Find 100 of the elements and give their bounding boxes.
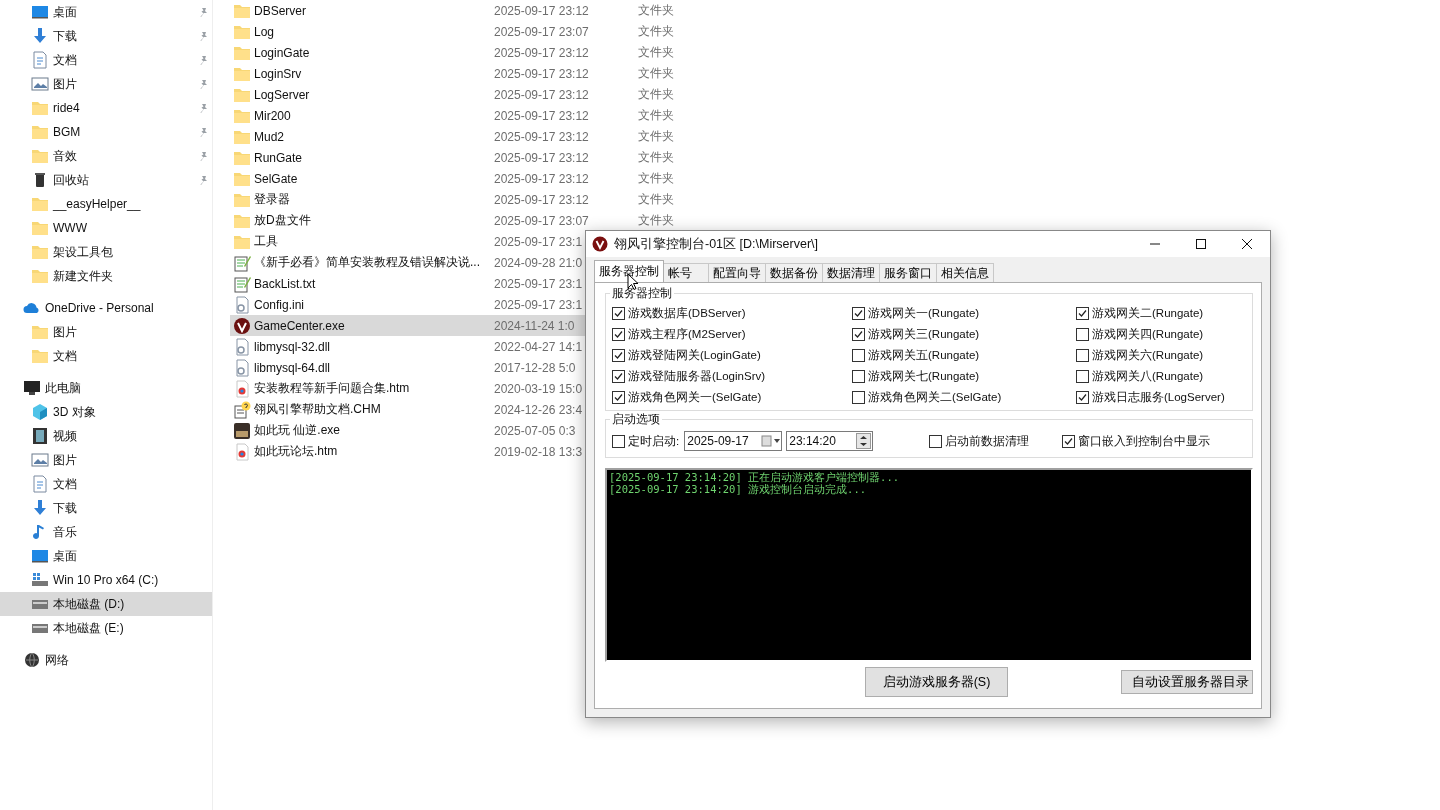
file-name: Config.ini <box>254 297 305 312</box>
file-row[interactable]: Log 2025-09-17 23:07 文件夹 <box>230 21 710 42</box>
file-row[interactable]: LoginSrv 2025-09-17 23:12 文件夹 <box>230 63 710 84</box>
sidebar-item[interactable]: 文档 <box>0 472 212 496</box>
checkbox[interactable]: 游戏日志服务(LogServer) <box>1076 388 1246 406</box>
sidebar-item[interactable]: 文档 <box>0 344 212 368</box>
checkbox[interactable]: 游戏登陆网关(LoginGate) <box>612 346 852 364</box>
sidebar-item[interactable]: OneDrive - Personal <box>0 296 212 320</box>
checkbox[interactable]: 游戏角色网关一(SelGate) <box>612 388 852 406</box>
gear-file-icon <box>233 295 251 314</box>
tab[interactable]: 帐号 <box>663 263 709 282</box>
download-arrow-icon <box>31 27 49 45</box>
folder-icon <box>31 123 49 141</box>
folder-icon <box>31 219 49 237</box>
help-document-icon <box>233 400 251 419</box>
sidebar-item[interactable]: __easyHelper__ <box>0 192 212 216</box>
tab[interactable]: 配置向导 <box>708 263 766 282</box>
sidebar-item[interactable]: BGM <box>0 120 212 144</box>
app-logo-icon <box>592 236 608 252</box>
sidebar-item[interactable]: 桌面 <box>0 544 212 568</box>
sidebar-item[interactable]: 新建文件夹 <box>0 264 212 288</box>
sidebar-item[interactable]: 音效 <box>0 144 212 168</box>
group-title: 启动选项 <box>611 411 661 428</box>
sidebar-item[interactable]: 桌面 <box>0 0 212 24</box>
checkbox[interactable]: 游戏网关七(Rungate) <box>852 367 1076 385</box>
tab[interactable]: 相关信息 <box>936 263 994 282</box>
file-name: 《新手必看》简单安装教程及错误解决说... <box>254 254 480 271</box>
sidebar-item[interactable]: 文档 <box>0 48 212 72</box>
file-row[interactable]: DBServer 2025-09-17 23:12 文件夹 <box>230 0 710 21</box>
file-name: 如此玩论坛.htm <box>254 443 338 460</box>
sidebar-item[interactable]: 图片 <box>0 72 212 96</box>
checkbox[interactable]: 游戏登陆服务器(LoginSrv) <box>612 367 852 385</box>
checkbox[interactable]: 游戏网关六(Rungate) <box>1076 346 1246 364</box>
tab[interactable]: 数据清理 <box>822 263 880 282</box>
sidebar-item[interactable]: ride4 <box>0 96 212 120</box>
document-icon <box>31 475 49 493</box>
file-row[interactable]: LoginGate 2025-09-17 23:12 文件夹 <box>230 42 710 63</box>
checkbox[interactable]: 游戏网关二(Rungate) <box>1076 304 1246 322</box>
tab[interactable]: 服务窗口 <box>879 263 937 282</box>
file-type: 文件夹 <box>638 23 674 40</box>
sidebar-item[interactable]: 下载 <box>0 496 212 520</box>
file-row[interactable]: 放D盘文件 2025-09-17 23:07 文件夹 <box>230 210 710 231</box>
file-date: 2025-09-17 23:12 <box>494 45 589 60</box>
close-icon <box>1241 238 1253 250</box>
file-row[interactable]: 登录器 2025-09-17 23:12 文件夹 <box>230 189 710 210</box>
monitor-icon <box>23 379 41 397</box>
sidebar-item[interactable]: 架设工具包 <box>0 240 212 264</box>
file-date: 2025-09-17 23:12 <box>494 108 589 123</box>
tab[interactable]: 数据备份 <box>765 263 823 282</box>
sidebar-item[interactable]: 图片 <box>0 448 212 472</box>
file-date: 2019-02-18 13:3 <box>494 444 583 459</box>
file-row[interactable]: Mud2 2025-09-17 23:12 文件夹 <box>230 126 710 147</box>
sidebar-item[interactable]: Win 10 Pro x64 (C:) <box>0 568 212 592</box>
checkmark-icon <box>613 391 624 403</box>
file-name: 放D盘文件 <box>254 212 311 229</box>
checkbox[interactable]: 游戏网关三(Rungate) <box>852 325 1076 343</box>
gear-file-icon <box>233 358 251 377</box>
checkbox[interactable]: 游戏网关一(Rungate) <box>852 304 1076 322</box>
file-row[interactable]: RunGate 2025-09-17 23:12 文件夹 <box>230 147 710 168</box>
sidebar-item[interactable]: 下载 <box>0 24 212 48</box>
file-name: 翎风引擎帮助文档.CHM <box>254 401 381 418</box>
checkbox[interactable]: 窗口嵌入到控制台中显示 <box>1062 432 1211 450</box>
checkmark-icon <box>1077 307 1088 319</box>
file-date: 2025-09-17 23:12 <box>494 150 589 165</box>
checkbox[interactable]: 游戏网关四(Rungate) <box>1076 325 1246 343</box>
file-name: libmysql-32.dll <box>254 339 331 354</box>
start-server-button[interactable]: 启动游戏服务器(S) <box>865 667 1008 697</box>
sidebar-item[interactable]: WWW <box>0 216 212 240</box>
game-tile-icon <box>233 421 251 440</box>
file-type: 文件夹 <box>638 44 674 61</box>
date-picker[interactable]: 2025-09-17 <box>684 431 783 451</box>
sidebar-item[interactable]: 本地磁盘 (E:) <box>0 616 212 640</box>
checkbox[interactable]: 定时启动: <box>612 432 680 450</box>
sidebar-item[interactable]: 图片 <box>0 320 212 344</box>
file-row[interactable]: SelGate 2025-09-17 23:12 文件夹 <box>230 168 710 189</box>
sidebar-item[interactable]: 网络 <box>0 648 212 672</box>
file-row[interactable]: Mir200 2025-09-17 23:12 文件夹 <box>230 105 710 126</box>
file-date: 2025-09-17 23:1 <box>494 297 583 312</box>
file-date: 2024-12-26 23:4 <box>494 402 583 417</box>
picture-icon <box>31 451 49 469</box>
checkbox[interactable]: 游戏网关五(Rungate) <box>852 346 1076 364</box>
gear-file-icon <box>233 337 251 356</box>
window-title: 翎风引擎控制台-01区 [D:\Mirserver\] <box>614 235 819 253</box>
drive-icon <box>31 571 49 589</box>
checkmark-icon <box>613 370 624 382</box>
checkbox[interactable]: 启动前数据清理 <box>929 432 1030 450</box>
sidebar-item[interactable]: 3D 对象 <box>0 400 212 424</box>
sidebar-item[interactable]: 回收站 <box>0 168 212 192</box>
file-name: GameCenter.exe <box>254 318 345 333</box>
file-date: 2025-09-17 23:12 <box>494 192 589 207</box>
file-row[interactable]: LogServer 2025-09-17 23:12 文件夹 <box>230 84 710 105</box>
sidebar-item[interactable]: 此电脑 <box>0 376 212 400</box>
sidebar-item[interactable]: 本地磁盘 (D:) <box>0 592 212 616</box>
sidebar-item[interactable]: 视频 <box>0 424 212 448</box>
sidebar-item[interactable]: 音乐 <box>0 520 212 544</box>
time-spinner[interactable]: 23:14:20 <box>786 431 874 451</box>
folder-icon <box>31 243 49 261</box>
auto-directory-button[interactable]: 自动设置服务器目录 <box>1121 670 1253 694</box>
checkbox[interactable]: 游戏网关八(Rungate) <box>1076 367 1246 385</box>
checkbox[interactable]: 游戏角色网关二(SelGate) <box>852 388 1076 406</box>
